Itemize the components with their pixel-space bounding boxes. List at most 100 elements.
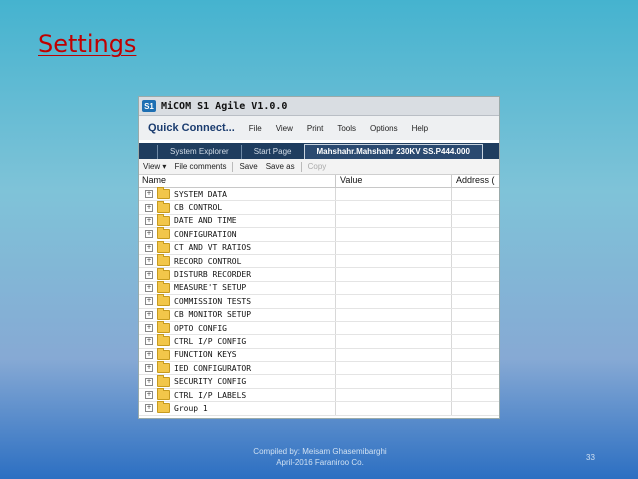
menu-tools[interactable]: Tools xyxy=(337,124,356,133)
table-row[interactable]: + CB MONITOR SETUP xyxy=(139,307,499,322)
column-header-address[interactable]: Address ( xyxy=(451,175,499,187)
row-name-cell[interactable]: + SECURITY CONFIG xyxy=(139,374,335,387)
row-value-cell[interactable] xyxy=(335,254,451,268)
table-row[interactable]: + COMMISSION TESTS xyxy=(139,294,499,309)
row-value-cell[interactable] xyxy=(335,402,451,415)
row-value-cell[interactable] xyxy=(335,214,451,228)
table-row[interactable]: + OPTO CONFIG xyxy=(139,321,499,336)
table-row[interactable]: + IED CONFIGURATOR xyxy=(139,361,499,376)
row-name-cell[interactable]: + Group 1 xyxy=(139,401,335,414)
row-name-cell[interactable]: + OPTO CONFIG xyxy=(139,321,335,334)
row-address-cell xyxy=(451,388,499,402)
tab-start-page[interactable]: Start Page xyxy=(240,145,304,159)
table-row[interactable]: + DISTURB RECORDER xyxy=(139,267,499,282)
menu-options[interactable]: Options xyxy=(370,124,398,133)
row-name-cell[interactable]: + CT AND VT RATIOS xyxy=(139,240,335,254)
row-value-cell[interactable] xyxy=(335,201,451,214)
row-name-cell[interactable]: + IED CONFIGURATOR xyxy=(139,361,335,374)
row-value-cell[interactable] xyxy=(335,362,451,375)
column-header-value[interactable]: Value xyxy=(335,175,451,187)
expand-icon[interactable]: + xyxy=(145,283,153,292)
folder-icon xyxy=(157,374,170,387)
row-name-cell[interactable]: + RECORD CONTROL xyxy=(139,254,335,267)
expand-icon[interactable]: + xyxy=(145,404,153,413)
row-name-cell[interactable]: + CTRL I/P CONFIG xyxy=(139,334,335,347)
expand-icon[interactable]: + xyxy=(145,257,153,266)
expand-icon[interactable]: + xyxy=(145,310,153,319)
folder-icon xyxy=(157,240,170,253)
column-header-name[interactable]: Name xyxy=(139,175,335,187)
row-name-cell[interactable]: + CTRL I/P LABELS xyxy=(139,388,335,401)
save-button[interactable]: Save xyxy=(239,162,257,171)
expand-icon[interactable]: + xyxy=(145,203,153,212)
expand-icon[interactable]: + xyxy=(145,297,153,306)
row-value-cell[interactable] xyxy=(335,281,451,295)
view-dropdown[interactable]: View ▾ xyxy=(143,162,166,171)
row-label: IED CONFIGURATOR xyxy=(174,363,252,373)
menu-print[interactable]: Print xyxy=(307,124,323,133)
table-row[interactable]: + CTRL I/P LABELS xyxy=(139,388,499,403)
expand-icon[interactable]: + xyxy=(145,270,153,279)
table-row[interactable]: + CONFIGURATION xyxy=(139,227,499,242)
row-label: SYSTEM DATA xyxy=(174,189,227,199)
menu-view[interactable]: View xyxy=(276,124,293,133)
row-address-cell xyxy=(451,281,499,295)
copy-button[interactable]: Copy xyxy=(308,162,327,171)
table-row[interactable]: + SECURITY CONFIG xyxy=(139,374,499,389)
row-name-cell[interactable]: + CB MONITOR SETUP xyxy=(139,307,335,321)
row-value-cell[interactable] xyxy=(335,348,451,362)
expand-icon[interactable]: + xyxy=(145,364,153,373)
file-comments-button[interactable]: File comments xyxy=(174,162,226,171)
table-row[interactable]: + CT AND VT RATIOS xyxy=(139,240,499,255)
expand-icon[interactable]: + xyxy=(145,230,153,239)
table-row[interactable]: + CTRL I/P CONFIG xyxy=(139,334,499,349)
row-value-cell[interactable] xyxy=(335,335,451,348)
table-row[interactable]: + DATE AND TIME xyxy=(139,213,499,229)
tab-settings-file[interactable]: Mahshahr.Mahshahr 230KV SS.P444.000 xyxy=(303,144,483,159)
table-row[interactable]: + FUNCTION KEYS xyxy=(139,347,499,363)
table-row[interactable]: + CB CONTROL xyxy=(139,200,499,215)
table-header: Name Value Address ( xyxy=(139,175,499,188)
row-name-cell[interactable]: + CB CONTROL xyxy=(139,200,335,213)
folder-icon xyxy=(157,267,170,280)
menu-help[interactable]: Help xyxy=(412,124,428,133)
row-value-cell[interactable] xyxy=(335,268,451,281)
row-name-cell[interactable]: + MEASURE'T SETUP xyxy=(139,280,335,294)
expand-icon[interactable]: + xyxy=(145,377,153,386)
row-label: Group 1 xyxy=(174,403,208,413)
expand-icon[interactable]: + xyxy=(145,190,153,199)
row-name-cell[interactable]: + COMMISSION TESTS xyxy=(139,294,335,307)
row-value-cell[interactable] xyxy=(335,388,451,402)
toolbar: View ▾ File comments Save Save as Copy xyxy=(139,159,499,175)
expand-icon[interactable]: + xyxy=(145,391,153,400)
table-row[interactable]: + RECORD CONTROL xyxy=(139,254,499,269)
expand-icon[interactable]: + xyxy=(145,337,153,346)
row-value-cell[interactable] xyxy=(335,375,451,388)
table-row[interactable]: + SYSTEM DATA xyxy=(139,187,499,202)
row-value-cell[interactable] xyxy=(335,321,451,335)
row-name-cell[interactable]: + DATE AND TIME xyxy=(139,213,335,227)
expand-icon[interactable]: + xyxy=(145,324,153,333)
row-value-cell[interactable] xyxy=(335,188,451,201)
table-row[interactable]: + Group 1 xyxy=(139,401,499,416)
row-value-cell[interactable] xyxy=(335,308,451,321)
save-as-button[interactable]: Save as xyxy=(266,162,295,171)
row-name-cell[interactable]: + DISTURB RECORDER xyxy=(139,267,335,280)
folder-icon xyxy=(157,401,170,414)
menu-file[interactable]: File xyxy=(249,124,262,133)
row-value-cell[interactable] xyxy=(335,295,451,308)
row-name-cell[interactable]: + SYSTEM DATA xyxy=(139,187,335,200)
expand-icon[interactable]: + xyxy=(145,216,153,225)
expand-icon[interactable]: + xyxy=(145,350,153,359)
folder-icon xyxy=(157,321,170,334)
row-name-cell[interactable]: + FUNCTION KEYS xyxy=(139,347,335,361)
table-row[interactable]: + MEASURE'T SETUP xyxy=(139,280,499,296)
row-label: OPTO CONFIG xyxy=(174,323,227,333)
tab-system-explorer[interactable]: System Explorer xyxy=(157,145,241,159)
quick-connect-button[interactable]: Quick Connect... xyxy=(148,122,235,134)
expand-icon[interactable]: + xyxy=(145,243,153,252)
row-address-cell xyxy=(451,321,499,335)
row-value-cell[interactable] xyxy=(335,241,451,254)
row-value-cell[interactable] xyxy=(335,228,451,241)
row-name-cell[interactable]: + CONFIGURATION xyxy=(139,227,335,240)
